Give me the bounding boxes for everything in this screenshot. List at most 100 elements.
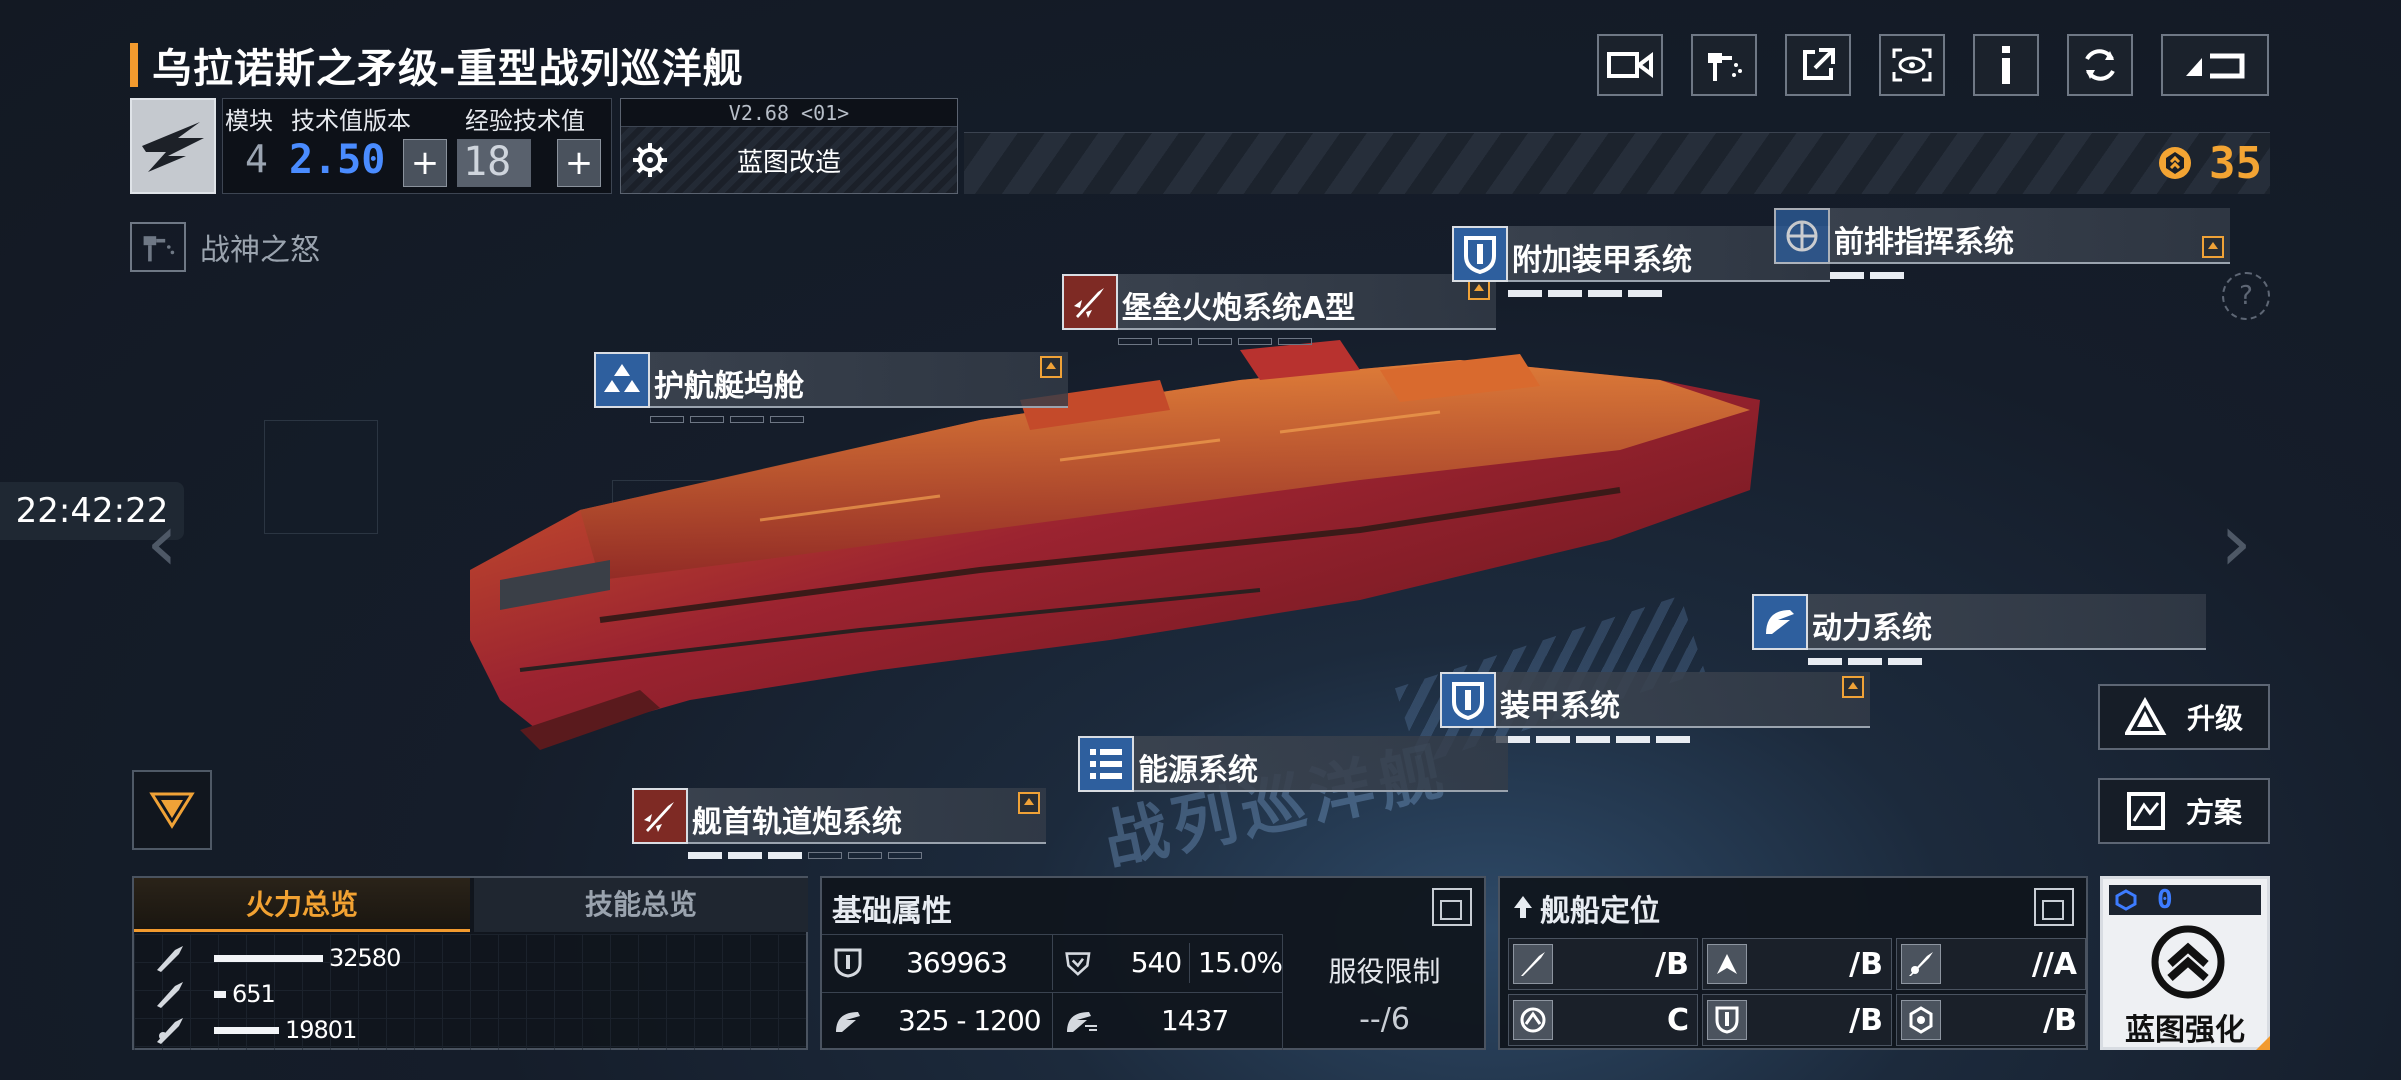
mode-selector[interactable]: 战神之怒: [130, 222, 320, 272]
upgrade-available-icon: [1040, 356, 1062, 378]
role-grade: /B: [1655, 946, 1689, 982]
blueprint-enhance-button[interactable]: 0 蓝图强化: [2100, 876, 2270, 1050]
engine-icon: [1766, 610, 1794, 634]
tech-plus-button[interactable]: +: [403, 139, 447, 187]
fire-row: 32580: [134, 940, 806, 976]
module-icon: [1440, 672, 1496, 728]
share-button[interactable]: [1785, 34, 1851, 96]
info-button[interactable]: [1973, 34, 2039, 96]
upgrade-button[interactable]: 升级: [2098, 684, 2270, 750]
drone-bay-icon: [604, 364, 640, 392]
enhance-label: 蓝图强化: [2125, 1013, 2245, 1048]
module-icon: [1774, 208, 1830, 264]
refresh-button[interactable]: [2067, 34, 2133, 96]
module-level-pips: [1830, 272, 1904, 279]
module-name: 堡垒火炮系统A型: [1122, 291, 1356, 326]
base-attributes-panel: 基础属性 369963 540 15.0% 325 - 1200 1437 服役…: [820, 876, 1486, 1050]
title-accent: [130, 43, 138, 87]
upgrade-available-icon: [2202, 236, 2224, 258]
module-name: 前排指挥系统: [1834, 225, 2014, 260]
view-button[interactable]: [1879, 34, 1945, 96]
ship-info-strip: 模块 技术值版本 经验技术值 4 2.50 + 18 + V2.68 <01> …: [130, 98, 2270, 194]
panel-title: 基础属性: [832, 894, 952, 929]
help-icon[interactable]: ?: [2222, 272, 2270, 320]
refresh-icon: [2085, 49, 2115, 81]
armor-stat: 540 15.0%: [1052, 934, 1283, 990]
exp-tech-label: 经验技术值: [465, 107, 585, 135]
service-limit-value: --/6: [1359, 1002, 1410, 1037]
filter-button[interactable]: [132, 770, 212, 850]
tech-version-value: 2.50: [289, 137, 386, 183]
role-grade: /B: [2043, 1002, 2077, 1038]
command-radar-icon: [1786, 220, 1818, 252]
video-camera-button[interactable]: [1597, 34, 1663, 96]
blueprint-mod-button[interactable]: V2.68 <01> 蓝图改造: [620, 98, 958, 194]
service-limit-label: 服役限制: [1328, 955, 1441, 988]
warp-stat: 1437: [1052, 992, 1282, 1048]
role-grade: C: [1666, 1002, 1689, 1038]
module-level-pips: [1508, 290, 1662, 297]
module-value: 4: [245, 137, 268, 181]
upgrade-icon: [2124, 697, 2167, 735]
top-toolbar: [1597, 34, 2269, 96]
hp-stat: 369963: [822, 934, 1052, 990]
tab-skills[interactable]: 技能总览: [474, 878, 808, 932]
module-level-pips: [688, 852, 922, 859]
blueprint-mod-label: 蓝图改造: [736, 147, 841, 178]
mode-icon-box: [130, 222, 186, 272]
next-ship-arrow[interactable]: ›: [2220, 496, 2252, 589]
module-power[interactable]: 动力系统: [1752, 594, 2206, 665]
module-name: 舰首轨道炮系统: [692, 805, 902, 840]
speed-stat: 325 - 1200: [822, 992, 1052, 1048]
weapon-type-icon: [150, 980, 190, 1008]
plus-icon: +: [410, 143, 440, 183]
module-front-command[interactable]: 前排指挥系统: [1774, 208, 2230, 279]
module-label-body: 护航艇坞舱: [650, 352, 1068, 423]
attack-role-icon: [1513, 944, 1553, 984]
plan-label: 方案: [2185, 796, 2242, 829]
module-label-body: 堡垒火炮系统A型: [1118, 274, 1496, 345]
role-grade: /B: [1849, 1002, 1883, 1038]
gear-icon: [633, 143, 667, 177]
info-icon: [2002, 46, 2010, 84]
module-escort-dock[interactable]: 护航艇坞舱: [594, 352, 1068, 423]
module-fortress-cannon[interactable]: 堡垒火炮系统A型: [1062, 274, 1496, 345]
module-label-body: 装甲系统: [1496, 672, 1870, 743]
ship-title: 乌拉诺斯之矛级-重型战列巡洋舰: [152, 46, 744, 92]
weapon-type-icon: [150, 1016, 190, 1044]
currency-display: 35: [2157, 132, 2270, 194]
armor-percent: 15.0%: [1198, 946, 1283, 979]
mode-label: 战神之怒: [200, 233, 320, 268]
armor-value: 540: [1130, 946, 1182, 979]
share-icon: [1803, 48, 1835, 80]
module-label-body: 前排指挥系统: [1830, 208, 2230, 279]
module-armor[interactable]: 装甲系统: [1440, 672, 1870, 743]
role-grade: //A: [2031, 946, 2077, 982]
module-level-pips: [1118, 338, 1312, 345]
expand-icon[interactable]: [2034, 888, 2074, 926]
corner-mark: [2256, 1036, 2270, 1050]
currency-value: 35: [2209, 137, 2262, 189]
prev-ship-arrow[interactable]: ‹: [146, 496, 178, 589]
module-energy[interactable]: 能源系统: [1078, 736, 1508, 792]
role-cell: //A: [1896, 938, 2086, 990]
plan-button[interactable]: 方案: [2098, 778, 2270, 844]
module-label-body: 能源系统: [1134, 736, 1508, 792]
tech-stats-box: 模块 技术值版本 经验技术值 4 2.50 + 18 +: [222, 98, 612, 194]
module-bow-railgun[interactable]: 舰首轨道炮系统: [632, 788, 1046, 859]
shield-icon: [1452, 682, 1484, 720]
tab-firepower[interactable]: 火力总览: [134, 878, 470, 932]
header-hazard-stripe: [964, 132, 2270, 194]
paint-button[interactable]: [1691, 34, 1757, 96]
rank-up-icon: [2151, 925, 2225, 999]
expand-icon[interactable]: [1432, 888, 1472, 926]
back-button[interactable]: [2161, 34, 2269, 96]
fire-bar: [214, 990, 226, 998]
module-name: 护航艇坞舱: [654, 369, 804, 404]
fire-value: 651: [232, 980, 276, 1008]
upgrade-available-icon: [1842, 676, 1864, 698]
role-cell: /B: [1896, 994, 2086, 1046]
exp-plus-button[interactable]: +: [557, 139, 601, 187]
role-icon: [1514, 896, 1532, 918]
warp-speed-icon: [1067, 1011, 1097, 1032]
